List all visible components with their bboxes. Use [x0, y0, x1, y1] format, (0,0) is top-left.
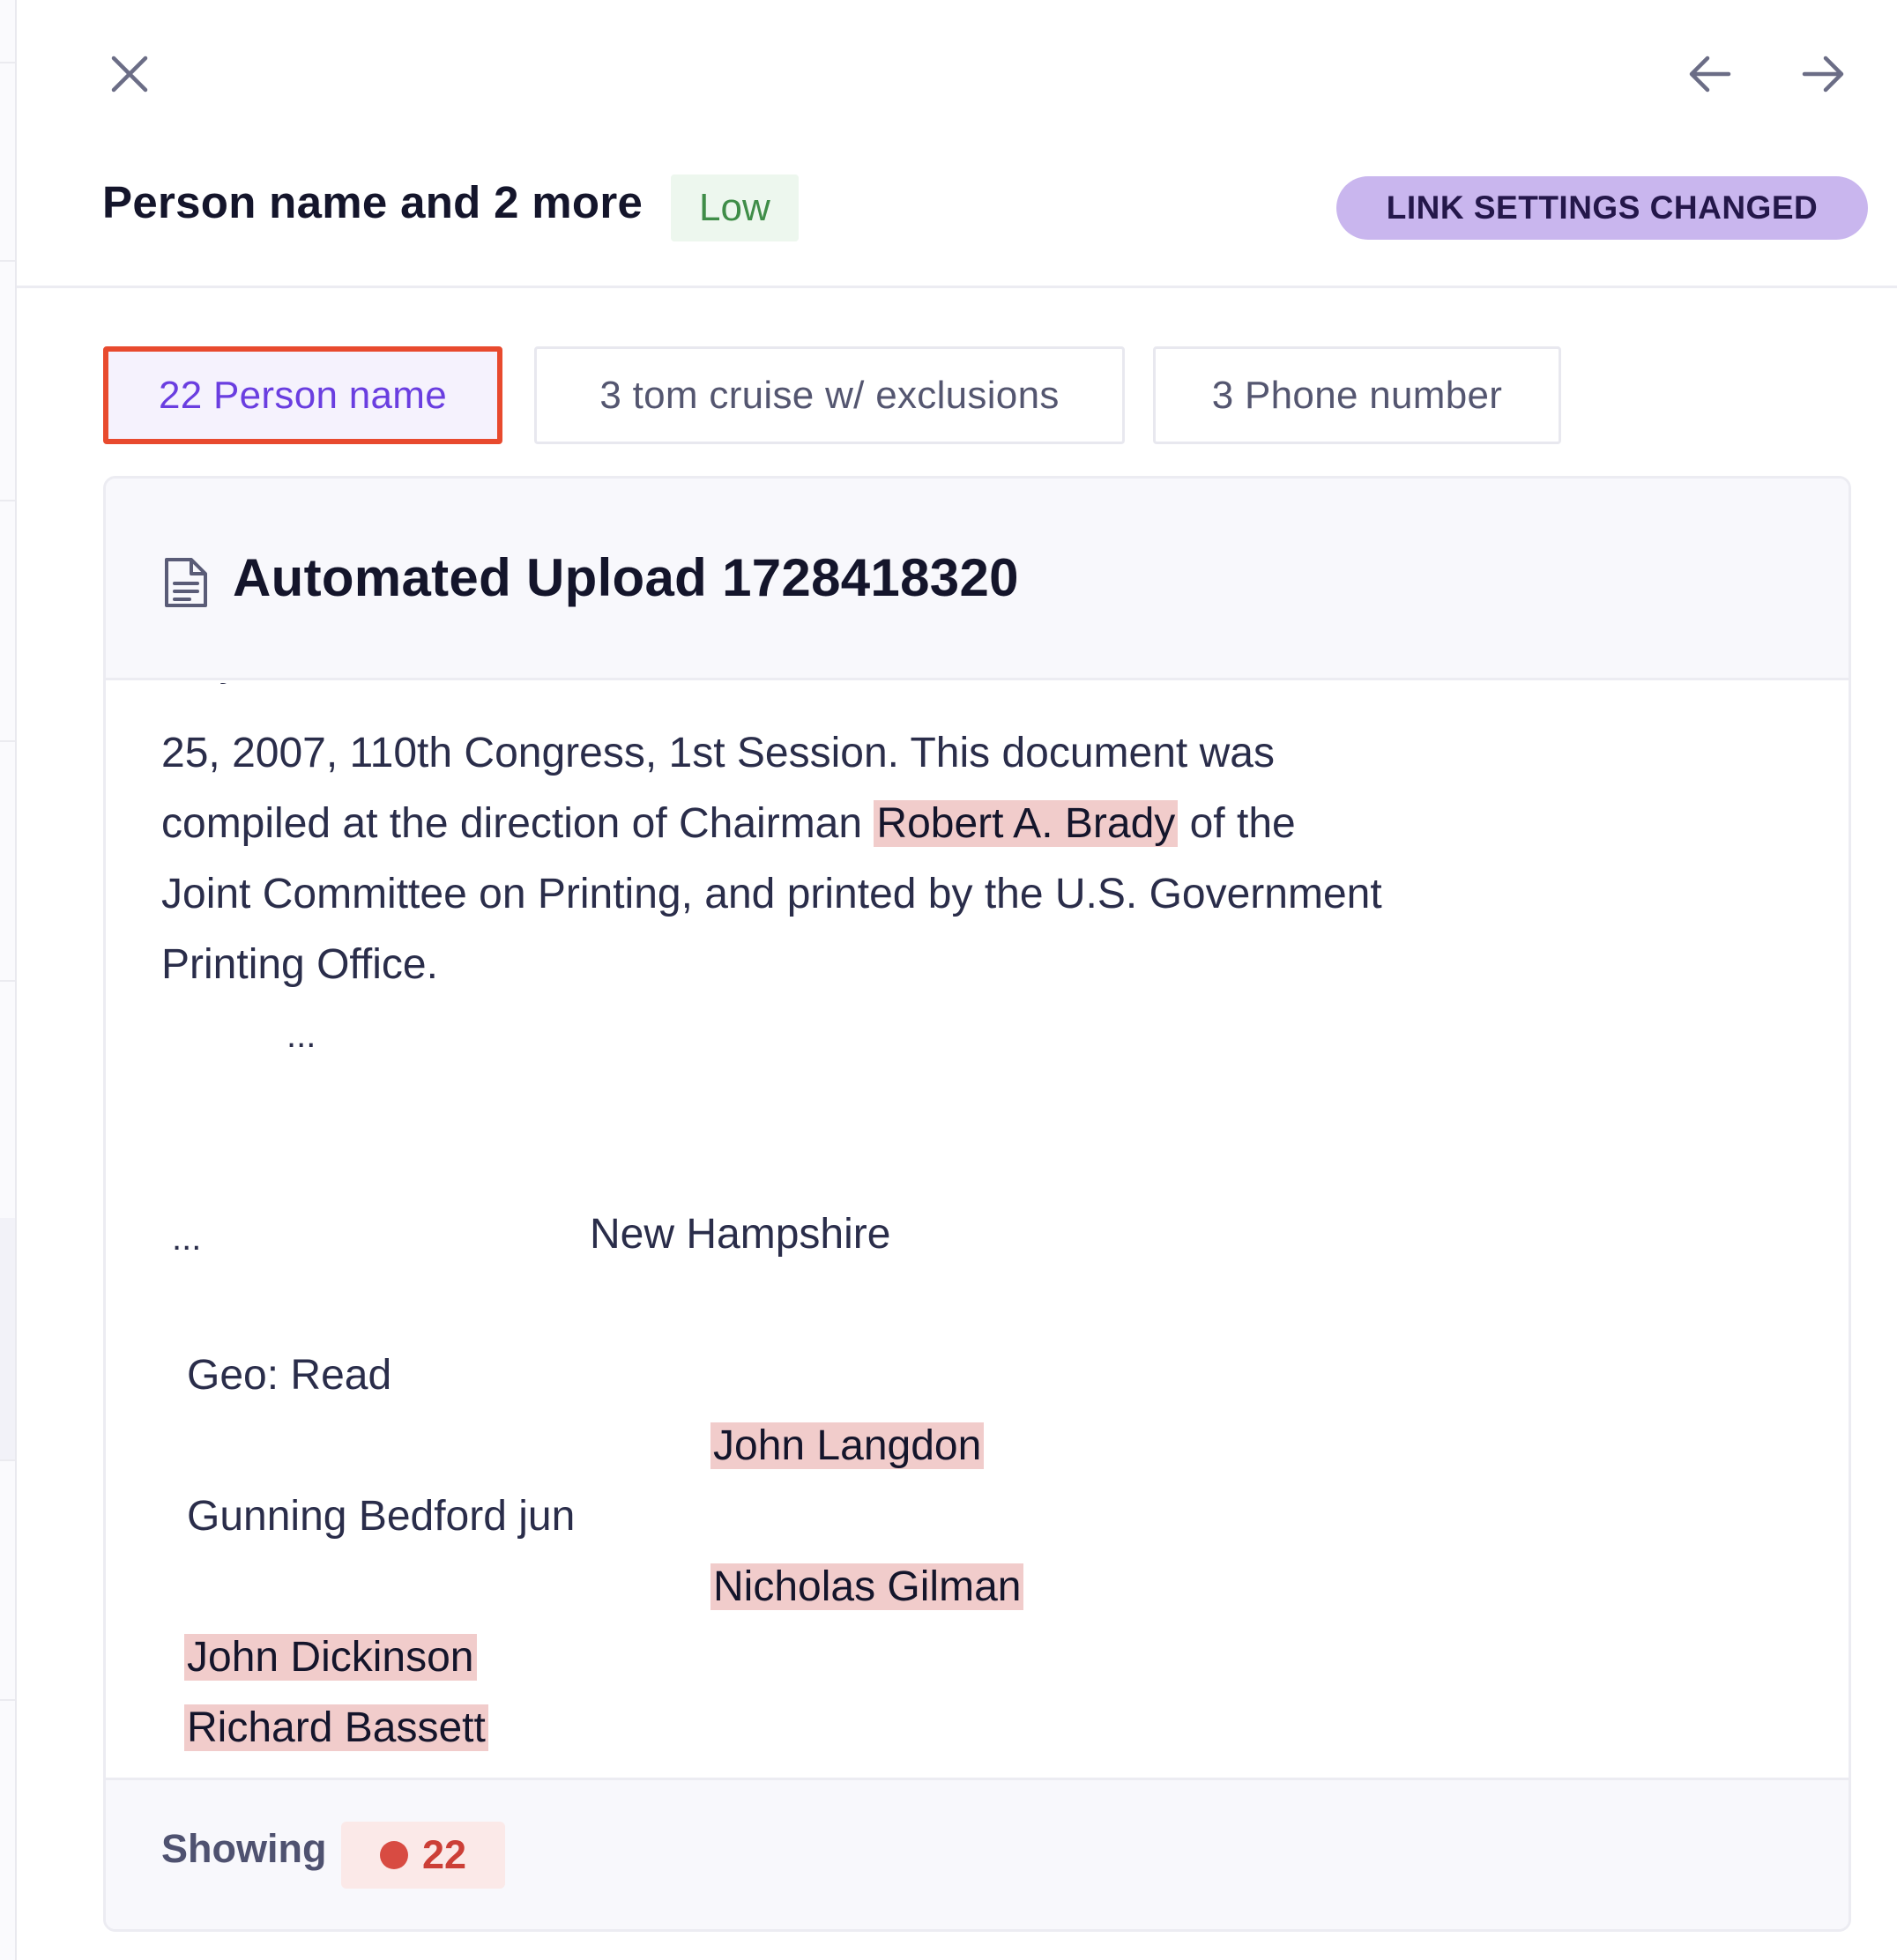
person-name-highlight[interactable]: Robert A. Brady [874, 800, 1179, 847]
arrow-left-icon [1689, 56, 1731, 93]
red-dot-icon [379, 1841, 408, 1869]
document-header: Automated Upload 1728418320 [106, 479, 1849, 680]
text-line: 25, 2007, 110th Congress, 1st Session. T… [161, 730, 1275, 776]
person-name-highlight[interactable]: Richard Bassett [184, 1693, 488, 1763]
close-button[interactable] [99, 43, 160, 105]
match-count-chip: 22 [341, 1822, 505, 1889]
tab-tom-cruise-exclusions[interactable]: 3 tom cruise w/ exclusions [534, 346, 1125, 444]
document-content[interactable]: May 25, 2007, 110th Congress, 1st Sessio… [106, 683, 1849, 1780]
text-line: Geo: Read [187, 1352, 392, 1399]
status-pill: LINK SETTINGS CHANGED [1336, 176, 1868, 240]
next-button[interactable] [1792, 43, 1854, 105]
severity-badge: Low [671, 174, 799, 241]
detail-panel: Person name and 2 more Low LINK SETTINGS… [17, 0, 1897, 1960]
text-line: compiled at the direction of Chairman Ro… [161, 800, 1296, 847]
showing-label: Showing [161, 1826, 327, 1871]
left-edge-strip [0, 0, 17, 1960]
document-icon [165, 558, 207, 607]
text-line: Gunning Bedford jun [187, 1493, 576, 1540]
text-line: Printing Office. [161, 941, 438, 988]
cut-off-text: May [160, 683, 241, 697]
close-icon [111, 56, 148, 93]
state-label: New Hampshire [590, 1211, 891, 1258]
ellipsis: ... [286, 1016, 316, 1055]
person-name-highlight[interactable]: John Langdon [710, 1411, 985, 1481]
document-card: Automated Upload 1728418320 May 25, 2007… [103, 476, 1851, 1932]
document-title: Automated Upload 1728418320 [233, 548, 1019, 607]
header-divider [17, 286, 1897, 288]
person-name-highlight[interactable]: John Dickinson [184, 1622, 477, 1693]
alert-title: Person name and 2 more [102, 177, 643, 227]
previous-button[interactable] [1679, 43, 1741, 105]
person-name-highlight[interactable]: Nicholas Gilman [710, 1552, 1024, 1622]
match-count: 22 [421, 1832, 467, 1877]
document-footer: Showing 22 [106, 1778, 1849, 1929]
tab-phone-number[interactable]: 3 Phone number [1153, 346, 1561, 444]
text-line: Joint Committee on Printing, and printed… [161, 871, 1382, 917]
ellipsis: ... [172, 1219, 202, 1258]
tab-person-name[interactable]: 22 Person name [103, 346, 502, 444]
arrow-right-icon [1802, 56, 1844, 93]
